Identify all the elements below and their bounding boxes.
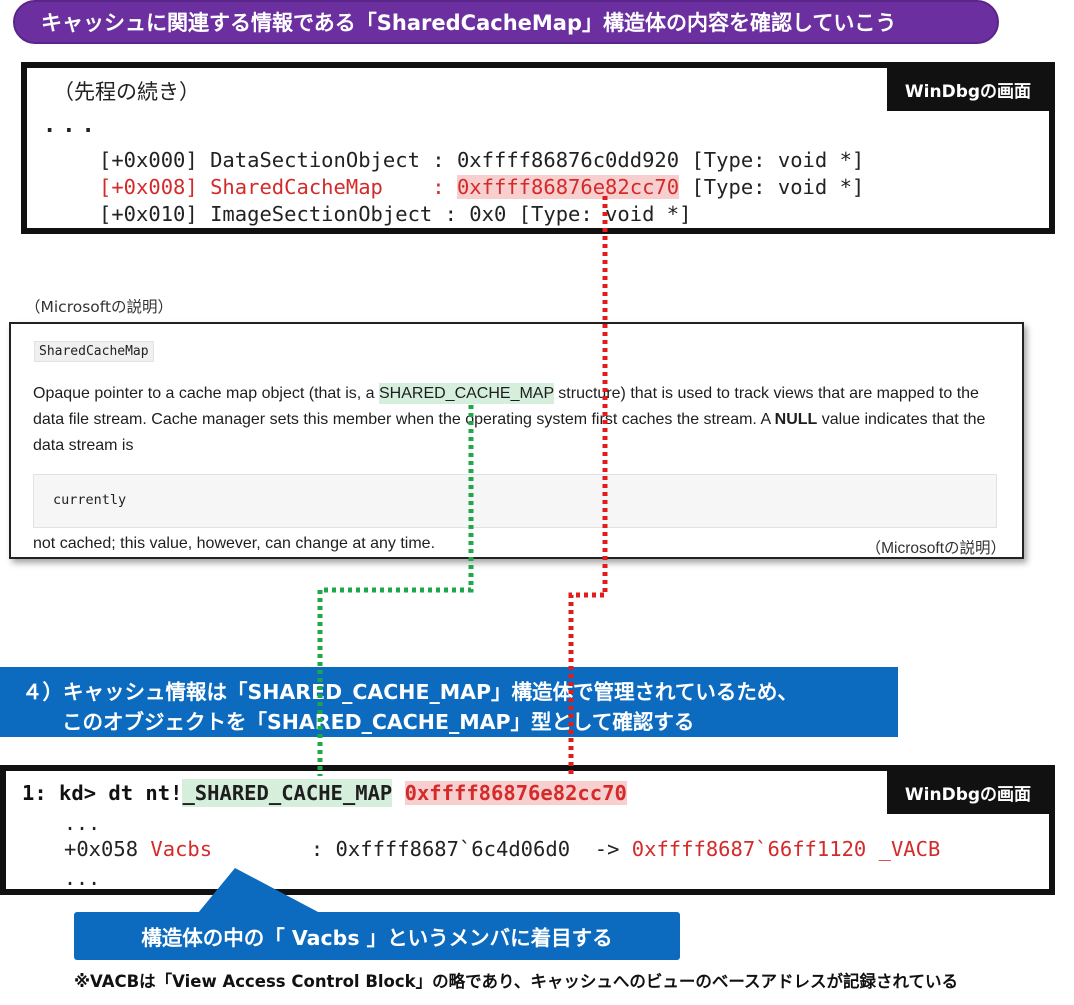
step-line-1: ４）キャッシュ情報は「SHARED_CACHE_MAP」構造体で管理されているた…	[22, 680, 798, 704]
ellipsis-bottom-1: ...	[64, 811, 101, 835]
title-banner: キャッシュに関連する情報である「SharedCacheMap」構造体の内容を確認…	[13, 0, 999, 44]
step-banner: ４）キャッシュ情報は「SHARED_CACHE_MAP」構造体で管理されているた…	[0, 667, 898, 737]
dt-command-line: 1: kd> dt nt!_SHARED_CACHE_MAP 0xffff868…	[22, 779, 627, 807]
vacbs-field-line: +0x058 Vacbs : 0xffff8687`6c4d06d0 -> 0x…	[64, 837, 941, 861]
callout-text: 構造体の中の「 Vacbs 」というメンバに着目する	[141, 926, 613, 950]
code-line-sharedcachemap: [+0x008] SharedCacheMap : 0xffff86876e82…	[99, 175, 865, 199]
ms-label-bottom: （Microsoftの説明）	[865, 540, 1006, 557]
title-text: キャッシュに関連する情報である「SharedCacheMap」構造体の内容を確認…	[41, 11, 897, 35]
doc-member-chip: SharedCacheMap	[34, 341, 154, 362]
windbg-tag-top: WinDbgの画面	[887, 68, 1049, 111]
sharedcachemap-address: 0xffff86876e82cc70	[456, 175, 680, 199]
continuation-note: （先程の続き）	[53, 80, 200, 104]
doc-code-text: currently	[53, 492, 127, 508]
doc-tail-text: not cached; this value, however, can cha…	[33, 535, 436, 552]
windbg-tag-bottom: WinDbgの画面	[887, 771, 1049, 814]
code-line-datasection: [+0x000] DataSectionObject : 0xffff86876…	[99, 148, 865, 172]
ellipsis-top: ...	[43, 113, 101, 138]
callout-pointer-icon	[198, 868, 320, 913]
windbg-panel-top: WinDbgの画面 （先程の続き） ... [+0x000] DataSecti…	[21, 62, 1055, 234]
step-line-2: このオブジェクトを「SHARED_CACHE_MAP」型として確認する	[62, 710, 695, 734]
vacb-target: 0xffff8687`66ff1120 _VACB	[631, 837, 941, 861]
ms-label-top: （Microsoftの説明）	[25, 298, 174, 316]
ms-doc-panel: SharedCacheMap Opaque pointer to a cache…	[9, 322, 1024, 559]
command-address-highlight: 0xffff86876e82cc70	[404, 781, 627, 805]
code-line-imagesection: [+0x010] ImageSectionObject : 0x0 [Type:…	[99, 202, 692, 226]
vacbs-name: Vacbs	[150, 837, 213, 861]
footnote: ※VACBは「View Access Control Block」の略であり、キ…	[74, 972, 958, 991]
struct-name-highlight: _SHARED_CACHE_MAP	[182, 779, 393, 807]
ellipsis-bottom-2: ...	[64, 866, 101, 890]
doc-paragraph: Opaque pointer to a cache map object (th…	[33, 383, 986, 454]
windbg-panel-bottom: WinDbgの画面 1: kd> dt nt!_SHARED_CACHE_MAP…	[0, 765, 1055, 895]
callout-box: 構造体の中の「 Vacbs 」というメンバに着目する	[74, 912, 680, 960]
doc-code-box: currently	[33, 474, 997, 528]
shared-cache-map-highlight: SHARED_CACHE_MAP	[378, 383, 554, 404]
